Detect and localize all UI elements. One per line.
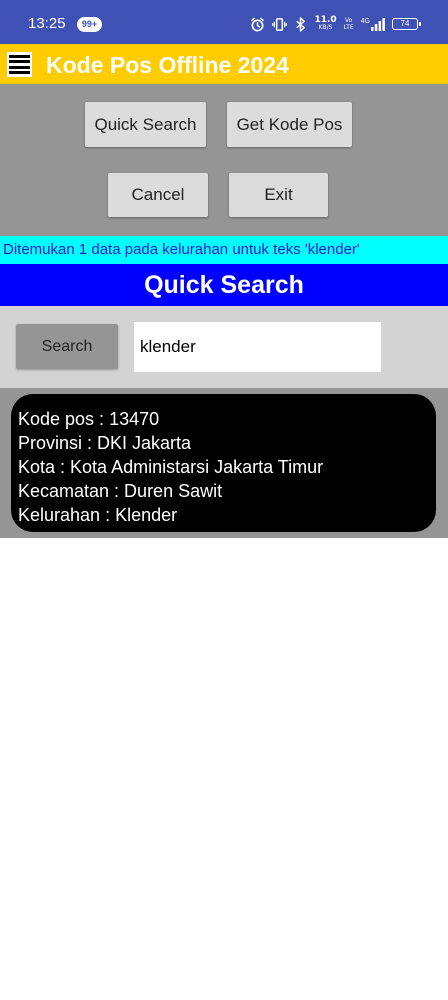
result-kecamatan: Kecamatan : Duren Sawit: [18, 481, 223, 501]
net-speed-value: 11.0: [314, 15, 337, 25]
status-bar: 13:25 99+ 11.0 KB/S Vo LTE 4G 74: [0, 0, 448, 44]
app-title: Kode Pos Offline 2024: [46, 52, 289, 78]
section-header: Quick Search: [0, 264, 448, 306]
exit-button[interactable]: Exit: [229, 173, 328, 217]
status-icons: 11.0 KB/S Vo LTE 4G 74: [250, 14, 421, 34]
search-input[interactable]: [134, 322, 381, 372]
search-button[interactable]: Search: [16, 324, 118, 369]
menu-icon[interactable]: [7, 52, 32, 77]
signal-icon: 4G: [360, 17, 385, 31]
result-provinsi: Provinsi : DKI Jakarta: [18, 433, 192, 453]
results-area: Kode pos : 13470 Provinsi : DKI Jakarta …: [0, 388, 448, 538]
status-time: 13:25: [28, 15, 66, 32]
button-panel: Quick Search Get Kode Pos Cancel Exit: [0, 84, 448, 236]
result-kota: Kota : Kota Administarsi Jakarta Timur: [18, 457, 324, 477]
notification-badge: 99+: [77, 17, 102, 32]
signal-type-label: 4G: [360, 17, 370, 25]
bluetooth-icon: [294, 16, 307, 32]
result-kelurahan: Kelurahan : Klender: [18, 505, 178, 525]
alarm-icon: [250, 17, 265, 32]
result-kode-pos: Kode pos : 13470: [18, 409, 160, 429]
net-speed: 11.0 KB/S: [314, 16, 336, 32]
app-title-bar: Kode Pos Offline 2024: [0, 44, 448, 84]
vibrate-icon: [272, 17, 288, 32]
status-message: Ditemukan 1 data pada kelurahan untuk te…: [0, 236, 448, 264]
search-row: Search: [0, 306, 448, 388]
get-kode-pos-button[interactable]: Get Kode Pos: [227, 102, 352, 147]
battery-icon: 74: [392, 18, 421, 30]
volte-indicator: Vo LTE: [343, 17, 354, 31]
net-speed-unit: KB/S: [318, 24, 333, 31]
result-card: Kode pos : 13470 Provinsi : DKI Jakarta …: [11, 394, 436, 532]
quick-search-button[interactable]: Quick Search: [85, 102, 206, 147]
cancel-button[interactable]: Cancel: [108, 173, 208, 217]
